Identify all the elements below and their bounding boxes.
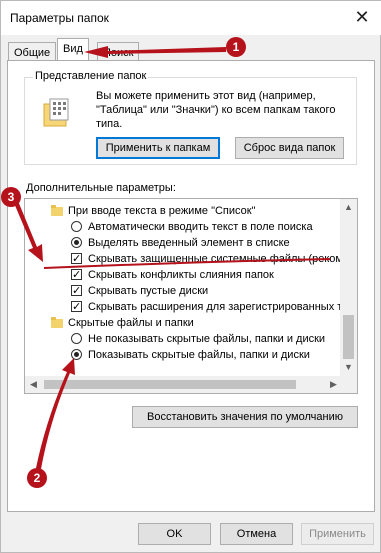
close-icon[interactable]: ✕: [351, 6, 373, 28]
advanced-settings-label: Дополнительные параметры:: [26, 182, 176, 194]
scroll-left-icon[interactable]: ◀: [25, 376, 42, 393]
advanced-item-label: При вводе текста в режиме "Список": [68, 205, 256, 217]
folder-view-icon: [43, 98, 69, 127]
advanced-settings-list[interactable]: При вводе текста в режиме "Список" Автома…: [24, 198, 358, 394]
advanced-item-label: Скрывать конфликты слияния папок: [88, 269, 274, 281]
annotation-badge-2: 2: [27, 468, 47, 488]
scroll-down-icon[interactable]: ▼: [340, 359, 357, 376]
radio-unselected[interactable]: [71, 333, 82, 344]
advanced-item-label: Автоматически вводить текст в поле поиск…: [88, 221, 313, 233]
reset-folders-button[interactable]: Сброс вида папок: [235, 137, 344, 159]
checkbox-checked[interactable]: [71, 283, 82, 299]
annotation-badge-1: 1: [226, 37, 246, 57]
vertical-scroll-thumb[interactable]: [343, 315, 354, 359]
annotation-badge-3: 3: [1, 187, 21, 207]
vertical-scrollbar[interactable]: ▲ ▼: [340, 199, 357, 376]
advanced-item-label: Скрывать расширения для зарегистрированн…: [88, 301, 358, 313]
radio-selected[interactable]: [71, 349, 82, 360]
advanced-item-label: Выделять введенный элемент в списке: [88, 237, 290, 249]
folder-icon: [51, 205, 63, 216]
ok-button[interactable]: OK: [138, 523, 211, 545]
checkbox-checked[interactable]: [71, 251, 82, 267]
advanced-item-label: Скрывать пустые диски: [88, 285, 209, 297]
folder-views-title: Представление папок: [33, 70, 149, 82]
title-bar: Параметры папок ✕: [1, 1, 381, 35]
restore-defaults-button[interactable]: Восстановить значения по умолчанию: [132, 406, 358, 428]
tab-view[interactable]: Вид: [57, 38, 89, 62]
apply-to-folders-button[interactable]: Применить к папкам: [96, 137, 220, 159]
folder-icon: [51, 317, 63, 328]
window-title: Параметры папок: [10, 11, 109, 25]
checkbox-checked[interactable]: [71, 299, 82, 315]
scrollbar-corner: [340, 376, 357, 393]
radio-unselected[interactable]: [71, 221, 82, 232]
checkbox-checked[interactable]: [71, 267, 82, 283]
apply-button[interactable]: Применить: [301, 523, 374, 545]
radio-selected[interactable]: [71, 237, 82, 248]
cancel-button[interactable]: Отмена: [220, 523, 293, 545]
advanced-item-label: Не показывать скрытые файлы, папки и дис…: [88, 333, 326, 345]
scroll-up-icon[interactable]: ▲: [340, 199, 357, 216]
horizontal-scrollbar[interactable]: ◀ ▶: [25, 376, 342, 393]
advanced-item-label: Скрытые файлы и папки: [68, 317, 194, 329]
advanced-item-label: Показывать скрытые файлы, папки и диски: [88, 349, 310, 361]
horizontal-scroll-thumb[interactable]: [44, 380, 296, 389]
folder-options-window: Параметры папок ✕ Общие Вид Поиск Предст…: [0, 0, 381, 553]
folder-views-description: Вы можете применить этот вид (например, …: [96, 90, 336, 130]
advanced-item-label: Скрывать защищенные системные файлы (рек…: [88, 253, 356, 265]
